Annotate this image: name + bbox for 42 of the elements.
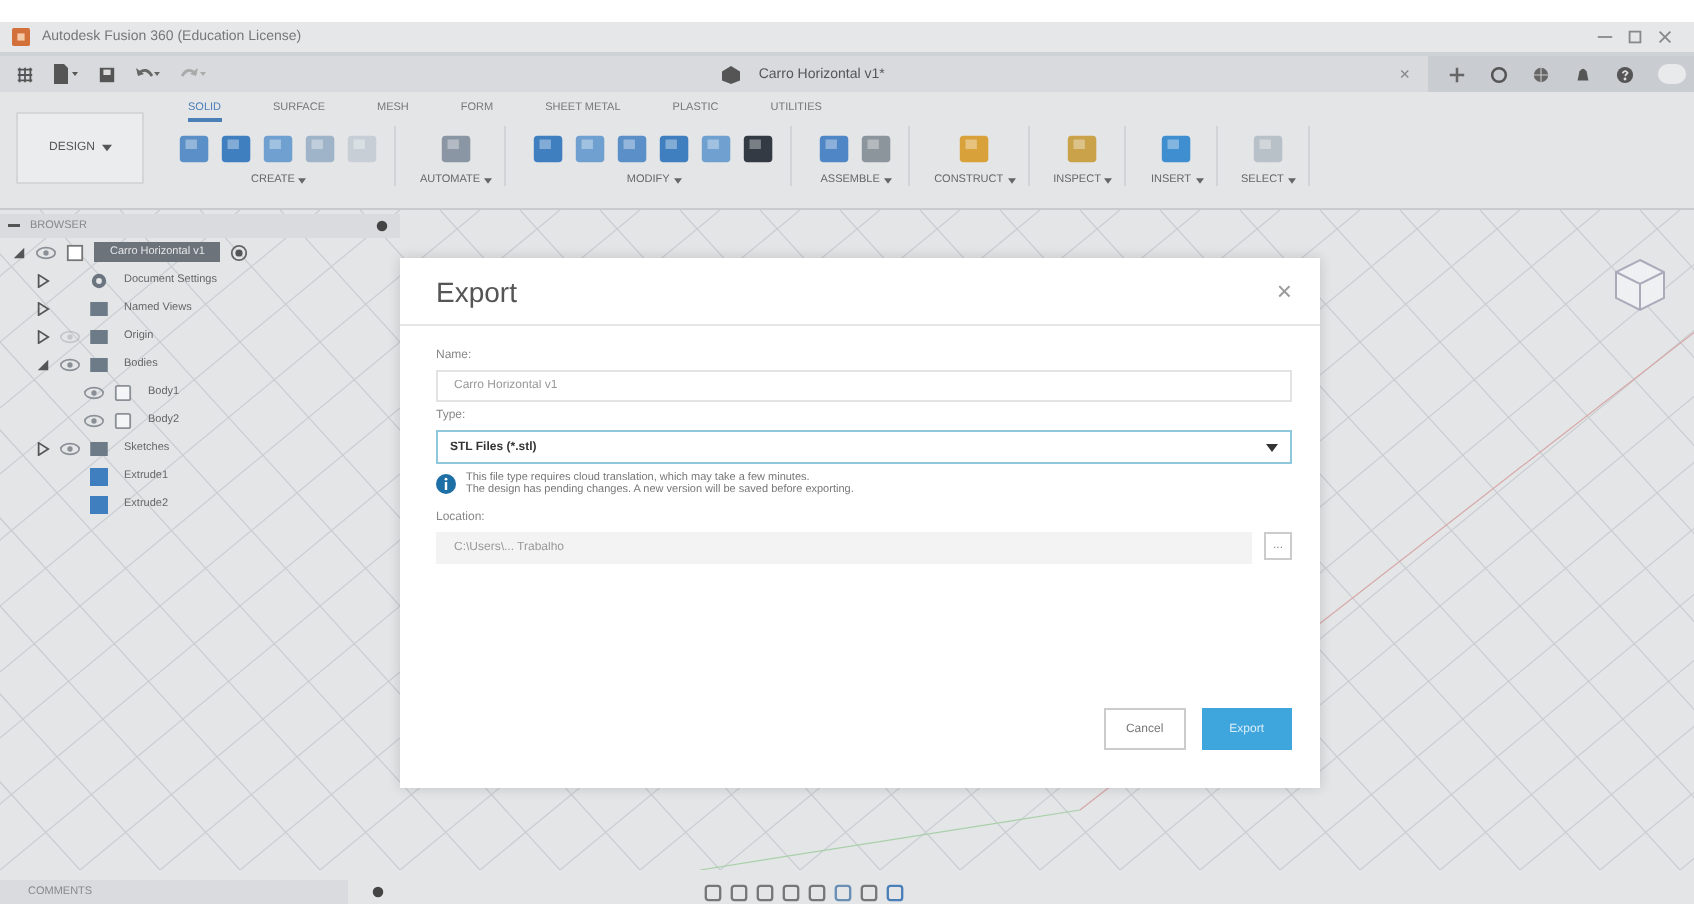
eye-icon[interactable]: [60, 441, 80, 455]
grid-menu-icon[interactable]: [16, 65, 34, 83]
view-cube-icon[interactable]: [1610, 254, 1670, 314]
eye-icon[interactable]: [84, 413, 104, 427]
file-icon[interactable]: [52, 64, 80, 84]
radio-icon[interactable]: [230, 243, 249, 261]
component-icon: [66, 243, 84, 261]
caret-icon: [883, 177, 892, 183]
app-logo-icon: [12, 28, 30, 46]
info-icon: [436, 474, 456, 494]
expand-icon[interactable]: [36, 301, 50, 315]
eye-icon[interactable]: [84, 385, 104, 399]
caret-icon: [673, 177, 682, 183]
close-tab-button[interactable]: ×: [1399, 64, 1411, 84]
dialog-title: Export: [436, 275, 517, 307]
collapse-icon[interactable]: [12, 245, 26, 259]
folder-icon: [90, 441, 108, 455]
close-icon[interactable]: [1656, 28, 1674, 46]
save-icon[interactable]: [98, 65, 116, 83]
gear-icon: [90, 271, 108, 289]
caret-icon: [298, 177, 307, 183]
caret-icon: [1007, 177, 1016, 183]
collapse-icon[interactable]: [36, 357, 50, 371]
caret-icon: [484, 177, 493, 183]
caret-icon: [1104, 177, 1113, 183]
eye-icon[interactable]: [60, 357, 80, 371]
cube-icon: [722, 65, 741, 83]
restore-icon[interactable]: [1626, 28, 1644, 46]
bell-icon[interactable]: [1574, 65, 1593, 83]
caret-icon: [1195, 177, 1204, 183]
caret-icon: [101, 144, 111, 152]
plus-icon[interactable]: [1448, 65, 1467, 83]
help-icon[interactable]: [1616, 65, 1635, 83]
expand-icon[interactable]: [36, 329, 50, 343]
eye-icon[interactable]: [36, 245, 56, 259]
collapse-panel-icon[interactable]: [8, 223, 20, 229]
globe-icon[interactable]: [1532, 65, 1551, 83]
close-button[interactable]: ×: [1276, 276, 1292, 306]
caret-icon: [1266, 443, 1278, 451]
expand-icon[interactable]: [36, 441, 50, 455]
caret-icon: [1287, 177, 1296, 183]
expand-icon[interactable]: [36, 273, 50, 287]
